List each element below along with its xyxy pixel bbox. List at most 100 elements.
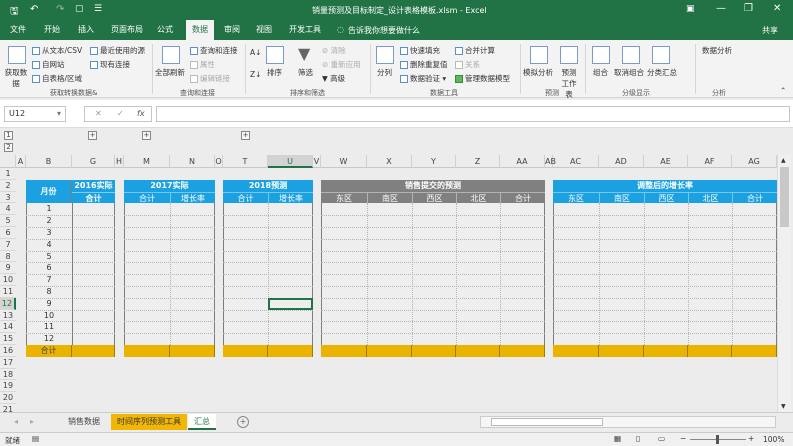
consolidate-button[interactable]: 合并计算 [455,45,495,56]
row-header[interactable]: 13 [0,309,16,322]
gridline[interactable] [367,203,368,345]
tab-1[interactable]: 开始 [38,20,66,40]
column-header[interactable]: T [223,155,268,168]
column-header[interactable]: N [170,155,215,168]
select-all-corner[interactable] [0,155,16,168]
tab-6[interactable]: 审阅 [218,20,246,40]
total-cell[interactable] [553,345,599,357]
properties-button[interactable]: 属性 [190,59,215,70]
row-header[interactable]: 5 [0,215,16,227]
row-header[interactable]: 16 [0,345,16,357]
column-header[interactable]: A [16,155,26,168]
from-web-button[interactable]: 自网站 [32,59,65,70]
gridline[interactable] [553,274,777,276]
relationships-button[interactable]: 关系 [455,59,480,70]
tab-0[interactable]: 文件 [4,20,32,40]
total-cell[interactable] [321,345,367,357]
gridline[interactable] [553,309,777,311]
manage-data-model-button[interactable]: 管理数据模型 [455,73,510,84]
restore-icon[interactable]: ❐ [744,3,753,14]
tab-3[interactable]: 页面布局 [105,20,149,40]
row-header[interactable]: 17 [0,356,16,369]
text-to-columns-button[interactable]: 分列 [377,67,392,78]
scroll-up-icon[interactable]: ▲ [781,157,786,164]
expand-group-button[interactable]: + [88,131,97,140]
row-header[interactable]: 4 [0,203,16,216]
add-sheet-button[interactable]: + [237,416,249,428]
gridline[interactable] [72,203,73,345]
gridline[interactable] [456,203,457,345]
total-cell[interactable] [367,345,412,357]
total-cell[interactable] [500,345,545,357]
gridline[interactable] [321,238,545,240]
data-validation-button[interactable]: 数据验证 ▾ [400,73,446,84]
sort-asc-icon[interactable]: A↓ [250,48,261,57]
column-header[interactable]: B [26,155,72,168]
gridline[interactable] [553,227,777,228]
outline-level-2[interactable]: 2 [4,143,13,152]
from-text-csv-button[interactable]: 从文本/CSV [32,45,82,56]
scroll-thumb[interactable] [780,167,789,227]
page-layout-icon[interactable]: ▯ [636,434,640,443]
sheet-tab-sales-data[interactable]: 销售数据 [62,414,106,430]
column-header[interactable]: AF [688,155,732,168]
remove-duplicates-button[interactable]: 删除重复值 [400,59,448,70]
reapply-button[interactable]: ⊘ 重新应用 [322,59,361,70]
gridline[interactable] [553,297,777,299]
from-table-button[interactable]: 自表格/区域 [32,73,82,84]
row-header[interactable]: 6 [0,227,16,239]
row-header[interactable]: 1 [0,168,16,180]
redo-icon[interactable]: ↷ [56,4,64,15]
column-header[interactable]: AD [599,155,644,168]
column-header[interactable]: O [215,155,223,168]
total-cell[interactable] [412,345,456,357]
gridline[interactable] [688,203,689,345]
queries-connections-button[interactable]: 查询和连接 [190,45,238,56]
row-header[interactable]: 2 [0,179,16,192]
gridline[interactable] [553,250,777,252]
column-header[interactable]: W [321,155,367,168]
column-header[interactable]: AC [553,155,599,168]
gridline[interactable] [553,333,777,335]
column-header[interactable]: V [313,155,321,168]
save-icon[interactable]: 🖫 [10,4,19,21]
tab-4[interactable]: 公式 [151,20,179,40]
tab-2[interactable]: 插入 [72,20,100,40]
total-cell[interactable] [732,345,777,357]
minimize-icon[interactable]: — [716,3,726,14]
table-4[interactable] [553,179,777,357]
row-header[interactable]: 19 [0,380,16,393]
insert-function-icon[interactable]: fx [137,107,145,121]
column-header[interactable]: G [72,155,115,168]
gridline[interactable] [321,262,545,264]
zoom-out-icon[interactable]: − [680,434,686,443]
row-header[interactable]: 8 [0,250,16,263]
selected-cell[interactable] [268,297,313,310]
total-cell[interactable] [644,345,688,357]
gridline[interactable] [321,250,545,252]
column-header[interactable]: AG [732,155,777,168]
name-box[interactable]: U12 ▾ [4,106,66,122]
row-header[interactable]: 18 [0,368,16,381]
recent-sources-button[interactable]: 最近使用的源 [90,45,145,56]
normal-view-icon[interactable]: ▦ [614,434,621,443]
total-cell[interactable] [688,345,732,357]
gridline[interactable] [268,203,269,345]
what-if-button[interactable]: 模拟分析 [523,67,553,78]
refresh-all-button[interactable]: 全部刷新 [155,67,185,78]
close-icon[interactable]: ✕ [773,3,781,14]
total-cell[interactable] [268,345,313,357]
total-cell[interactable] [124,345,170,357]
row-header[interactable]: 11 [0,286,16,298]
sheet-tab-time-series[interactable]: 时间序列预测工具 [111,414,187,430]
column-header[interactable]: U [268,155,313,168]
touch-mode-icon[interactable]: ☰ [94,4,102,14]
tab-7[interactable]: 视图 [250,20,278,40]
row-header[interactable]: 9 [0,262,16,275]
cancel-icon[interactable]: ✕ [95,107,102,121]
sheet-tab-summary[interactable]: 汇总 [188,414,216,430]
flash-fill-button[interactable]: 快速填充 [400,45,440,56]
gridline[interactable] [599,203,600,345]
gridline[interactable] [644,203,645,345]
data-analysis-button[interactable]: 数据分析 [702,45,732,56]
